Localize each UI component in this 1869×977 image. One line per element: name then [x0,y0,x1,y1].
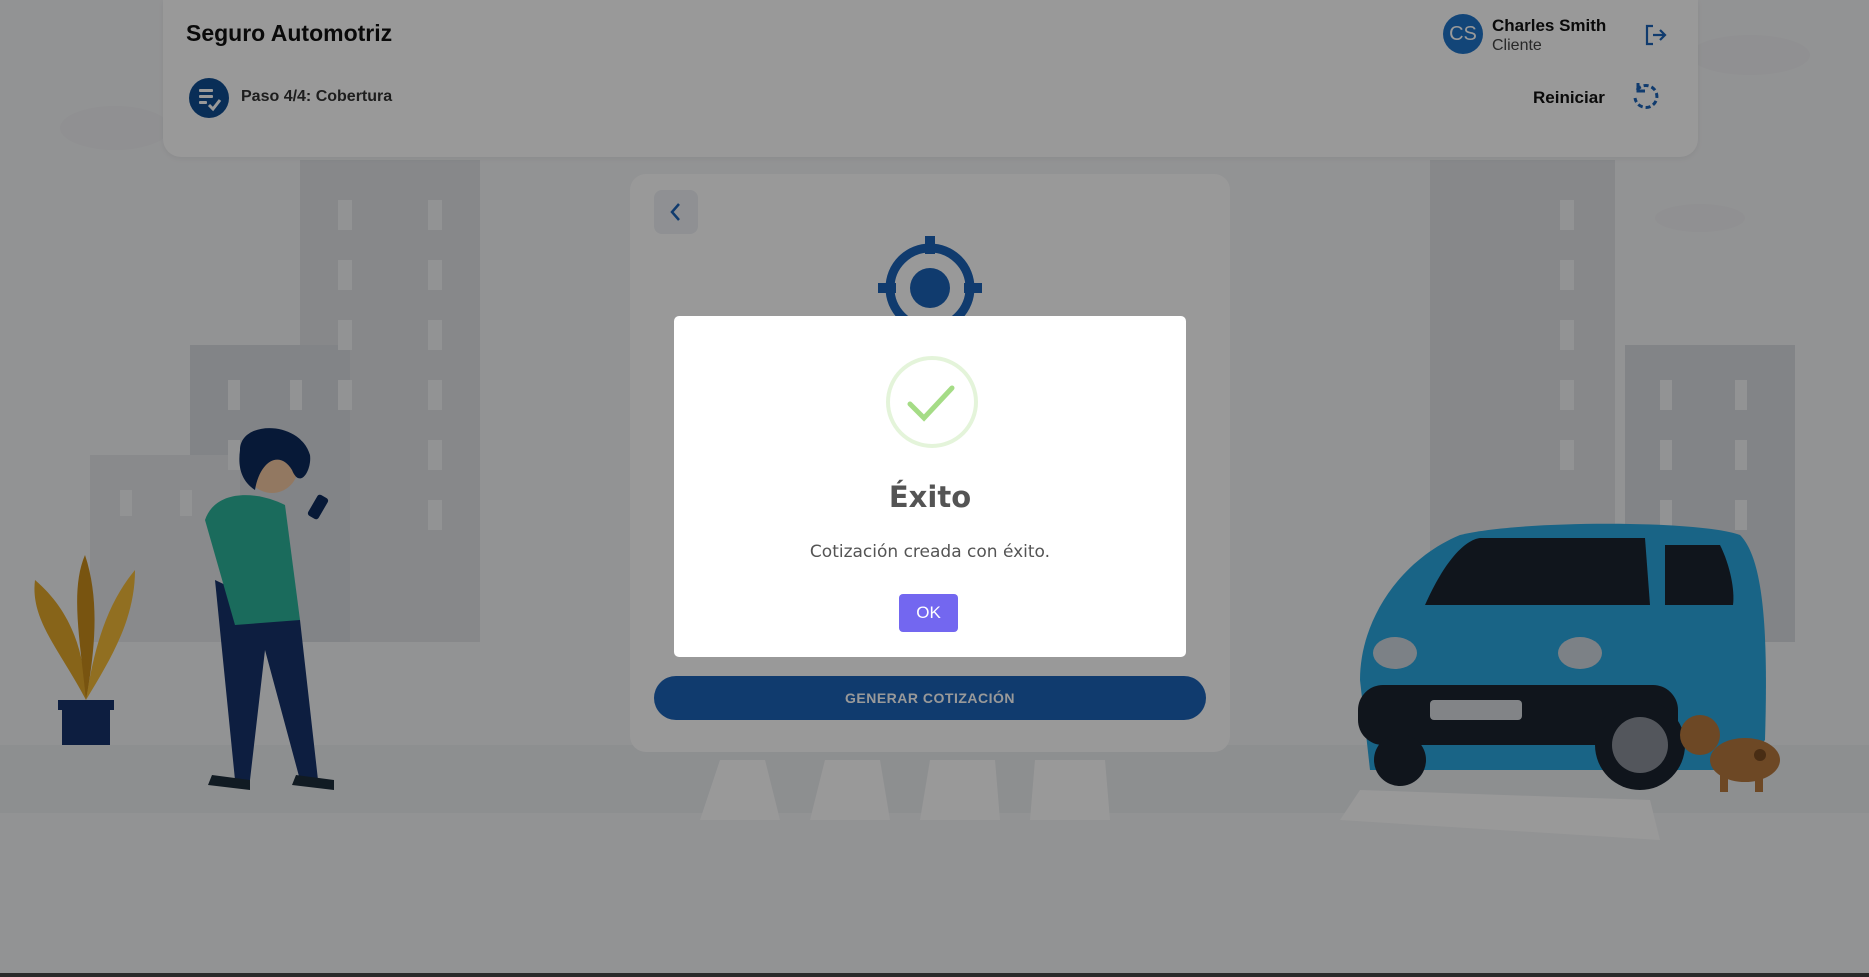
bottom-edge [0,973,1869,977]
success-dialog: Éxito Cotización creada con éxito. OK [674,316,1186,657]
dialog-message: Cotización creada con éxito. [809,542,1051,562]
success-check-icon [886,356,978,448]
app-screen: Seguro Automotriz Paso 4/4: Cobertura CS… [0,0,1869,977]
dialog-title: Éxito [888,480,972,514]
ok-button[interactable]: OK [899,594,958,632]
